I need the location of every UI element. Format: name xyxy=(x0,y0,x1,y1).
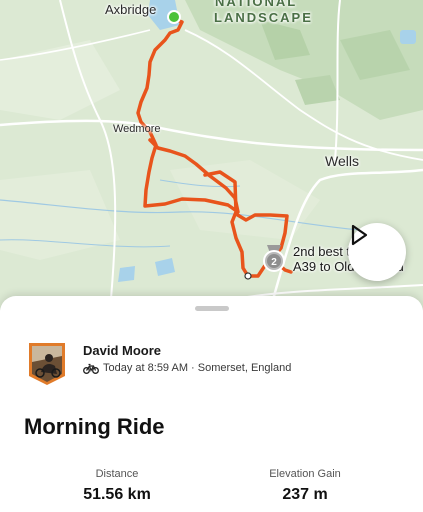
avatar[interactable] xyxy=(27,342,67,386)
map-label-wells: Wells xyxy=(325,153,359,169)
stat-label: Distance xyxy=(95,468,139,480)
play-flyover-button[interactable] xyxy=(348,223,406,281)
bike-icon xyxy=(83,363,99,374)
route-map[interactable]: Axbridge NATIONAL LANDSCAPE Wedmore Well… xyxy=(0,0,423,310)
activity-meta: Today at 8:59 AM · Somerset, England xyxy=(83,362,291,374)
activity-sheet: David Moore Today at 8:59 AM · Somerset,… xyxy=(0,296,423,512)
medal-rank: 2 xyxy=(271,257,277,268)
map-label-wedmore: Wedmore xyxy=(113,123,161,135)
activity-title: Morning Ride xyxy=(24,414,165,439)
segment-medal-icon[interactable]: 2 xyxy=(261,244,287,272)
stat-elevation-gain: Elevation Gain 237 m xyxy=(220,468,390,504)
play-icon xyxy=(351,224,368,246)
map-label-axbridge: Axbridge xyxy=(105,2,157,17)
segment-label-line2: A39 to Old xyxy=(293,259,355,274)
map-label-landscape: LANDSCAPE xyxy=(214,10,313,25)
drag-handle[interactable] xyxy=(195,306,229,311)
map-label-national: NATIONAL xyxy=(215,0,298,9)
stat-distance: Distance 51.56 km xyxy=(32,468,202,504)
activity-timestamp-location: Today at 8:59 AM · Somerset, England xyxy=(103,362,292,374)
stat-value: 237 m xyxy=(282,486,328,503)
athlete-name[interactable]: David Moore xyxy=(83,343,161,358)
stat-label: Elevation Gain xyxy=(269,468,341,480)
stat-value: 51.56 km xyxy=(83,486,151,503)
